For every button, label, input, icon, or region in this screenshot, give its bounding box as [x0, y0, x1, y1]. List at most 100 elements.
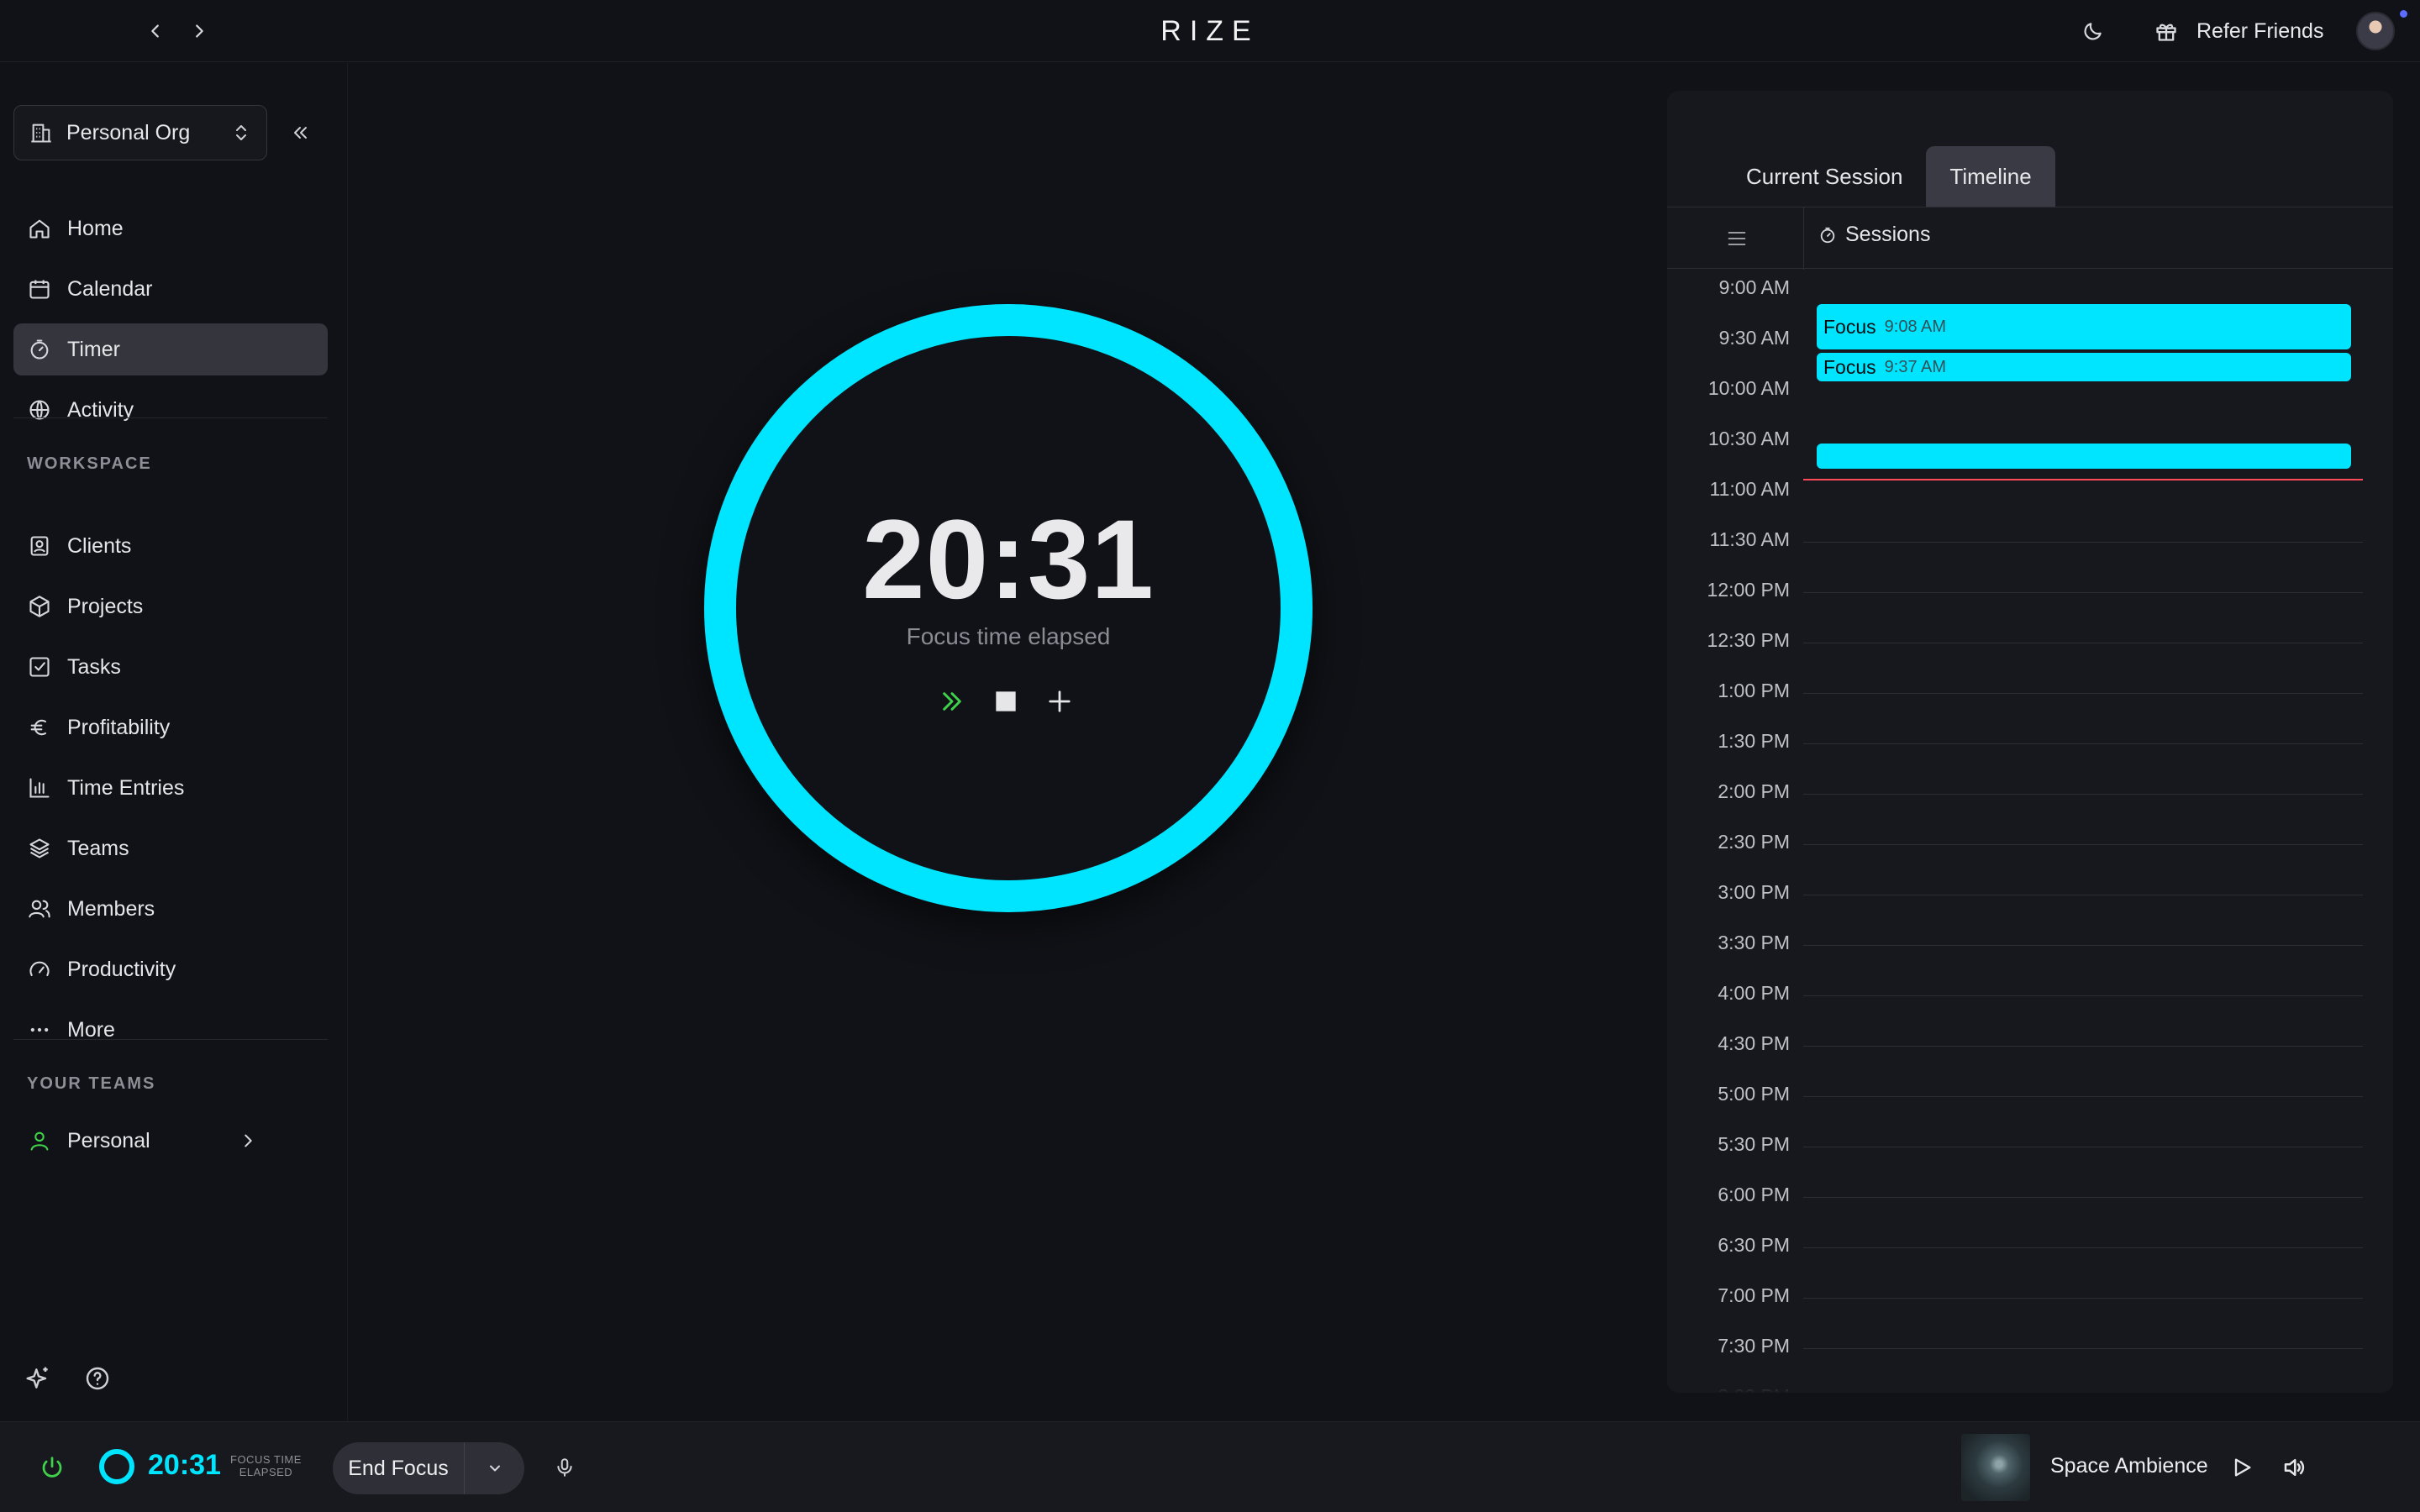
- sidebar-item-label: Projects: [67, 594, 144, 618]
- sidebar-item-members[interactable]: Members: [13, 883, 328, 935]
- focus-session-block[interactable]: Focus 9:37 AM: [1817, 353, 2351, 381]
- timeline-time-label: 2:00 PM: [1718, 780, 1790, 802]
- timeline-gridline: [1803, 844, 2363, 845]
- sidebar-item-label: Calendar: [67, 276, 153, 301]
- timeline-time-label: 10:00 AM: [1707, 377, 1790, 399]
- track-title: Space Ambience: [2050, 1454, 2208, 1478]
- mini-caption-line: ELAPSED: [239, 1466, 293, 1478]
- timeline-gridline: [1803, 693, 2363, 694]
- session-start-time: 9:37 AM: [1884, 357, 1947, 376]
- bar-chart-icon: [27, 775, 52, 801]
- timeline-time-label: 7:00 PM: [1718, 1284, 1790, 1306]
- timeline-gridline: [1803, 1348, 2363, 1349]
- end-focus-button[interactable]: End Focus: [333, 1457, 464, 1481]
- contact-card-icon: [27, 533, 52, 559]
- forward-arrow-icon[interactable]: [185, 17, 213, 45]
- dark-mode-toggle-icon[interactable]: [2079, 17, 2107, 45]
- collapse-sidebar-icon[interactable]: [286, 118, 314, 147]
- volume-icon[interactable]: [2277, 1451, 2311, 1484]
- sparkle-ai-icon[interactable]: [25, 1365, 52, 1392]
- sidebar-item-profitability[interactable]: Profitability: [13, 701, 328, 753]
- checkbox-icon: [27, 654, 52, 680]
- timeline-header: Sessions: [1667, 207, 2393, 270]
- app-logo: RIZE: [1160, 15, 1260, 47]
- stopwatch-icon: [27, 337, 52, 362]
- timeline-time-label: 6:30 PM: [1718, 1234, 1790, 1256]
- sidebar-item-label: Time Entries: [67, 775, 185, 800]
- album-art: [1961, 1434, 2030, 1501]
- org-switcher[interactable]: Personal Org: [13, 105, 267, 160]
- sidebar: Personal Org Home Calendar Timer Activit…: [0, 63, 348, 1420]
- user-icon: [27, 1128, 52, 1153]
- calendar-icon: [27, 276, 52, 302]
- sidebar-item-projects[interactable]: Projects: [13, 580, 328, 633]
- sidebar-item-label: Tasks: [67, 654, 121, 679]
- session-title: Focus: [1823, 315, 1876, 338]
- timeline-time-label: 4:00 PM: [1718, 982, 1790, 1004]
- sidebar-item-label: Personal: [67, 1128, 150, 1152]
- sidebar-item-home[interactable]: Home: [13, 202, 328, 255]
- tab-timeline[interactable]: Timeline: [1926, 146, 2055, 207]
- skip-forward-icon[interactable]: [938, 687, 966, 716]
- sidebar-item-tasks[interactable]: Tasks: [13, 641, 328, 693]
- sidebar-item-label: Timer: [67, 337, 120, 361]
- timeline-gridline: [1803, 1247, 2363, 1248]
- sidebar-item-more[interactable]: More: [13, 1004, 328, 1056]
- session-start-time: 9:08 AM: [1884, 317, 1947, 336]
- header-separator: [1803, 207, 1804, 270]
- sidebar-item-label: Activity: [67, 397, 134, 422]
- help-icon[interactable]: [84, 1365, 111, 1392]
- sidebar-item-team-personal[interactable]: Personal: [13, 1115, 328, 1167]
- refer-friends-label: Refer Friends: [2196, 18, 2324, 43]
- layers-icon: [27, 836, 52, 861]
- chevron-down-icon[interactable]: [465, 1442, 524, 1494]
- workspace-section-label: WORKSPACE: [27, 454, 152, 473]
- timeline-time-label: 11:00 AM: [1709, 478, 1790, 500]
- sidebar-item-calendar[interactable]: Calendar: [13, 263, 328, 315]
- sidebar-item-teams[interactable]: Teams: [13, 822, 328, 874]
- menu-icon[interactable]: [1723, 224, 1751, 253]
- timeline-gridline: [1803, 945, 2363, 946]
- panel-tabs: Current Session Timeline: [1667, 146, 2055, 207]
- users-icon: [27, 896, 52, 921]
- sidebar-item-clients[interactable]: Clients: [13, 520, 328, 572]
- session-title: Focus: [1823, 355, 1876, 378]
- power-icon[interactable]: [37, 1452, 67, 1483]
- gift-icon: [2154, 19, 2178, 43]
- focus-session-block[interactable]: [1817, 444, 2351, 469]
- plus-icon[interactable]: [1045, 687, 1074, 716]
- sidebar-divider: [13, 417, 328, 418]
- notification-dot: [2400, 10, 2407, 18]
- sidebar-item-label: Members: [67, 896, 155, 921]
- timeline-time-label: 5:00 PM: [1718, 1083, 1790, 1105]
- mini-caption-line: FOCUS TIME: [230, 1453, 302, 1466]
- bottom-player-bar: 20:31 FOCUS TIME ELAPSED End Focus Space…: [0, 1421, 2420, 1512]
- sidebar-item-label: Home: [67, 216, 124, 240]
- play-icon[interactable]: [2225, 1451, 2259, 1484]
- euro-icon: [27, 715, 52, 740]
- tab-current-session[interactable]: Current Session: [1723, 146, 1926, 207]
- timeline-gridline: [1803, 1298, 2363, 1299]
- sidebar-item-activity[interactable]: Activity: [13, 384, 328, 436]
- user-avatar[interactable]: [2356, 12, 2395, 50]
- stop-icon[interactable]: [992, 687, 1020, 716]
- back-arrow-icon[interactable]: [141, 17, 170, 45]
- timeline-gridline: [1803, 592, 2363, 593]
- building-icon: [29, 121, 53, 144]
- mini-timer-caption: FOCUS TIME ELAPSED: [230, 1453, 302, 1478]
- timeline-time-label: 9:00 AM: [1718, 276, 1790, 298]
- sidebar-item-time-entries[interactable]: Time Entries: [13, 762, 328, 814]
- timeline-time-label: 12:30 PM: [1707, 629, 1790, 651]
- mini-progress-ring: [99, 1449, 134, 1484]
- sessions-label: Sessions: [1845, 223, 1931, 246]
- teams-section-label: YOUR TEAMS: [27, 1074, 156, 1093]
- top-bar: RIZE Refer Friends: [0, 0, 2420, 62]
- refer-friends-button[interactable]: Refer Friends: [2154, 15, 2323, 47]
- chevron-right-icon[interactable]: [239, 1131, 257, 1150]
- focus-session-block[interactable]: Focus 9:08 AM: [1817, 304, 2351, 349]
- sidebar-item-productivity[interactable]: Productivity: [13, 943, 328, 995]
- microphone-icon[interactable]: [550, 1452, 580, 1483]
- timeline-time-label: 6:00 PM: [1718, 1184, 1790, 1205]
- timeline-time-label: 1:30 PM: [1718, 730, 1790, 752]
- sidebar-item-timer[interactable]: Timer: [13, 323, 328, 375]
